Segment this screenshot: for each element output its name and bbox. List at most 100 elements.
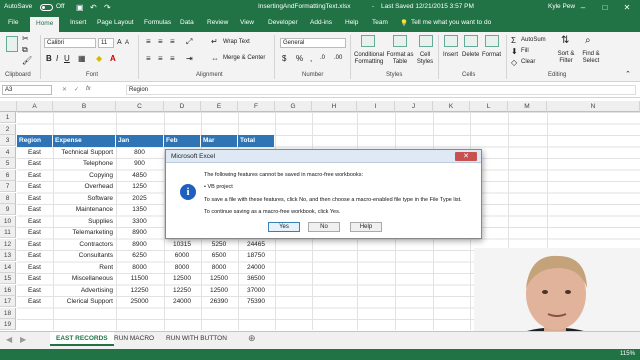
tab-file[interactable]: File — [8, 19, 18, 26]
clear-button[interactable]: Clear — [521, 59, 535, 65]
align-left-icon[interactable]: ≡ — [146, 54, 151, 63]
table-cell[interactable]: 1250 — [116, 181, 163, 193]
format-painter-icon[interactable]: 🖌 — [22, 56, 32, 65]
align-right-icon[interactable]: ≡ — [170, 54, 175, 63]
table-cell[interactable]: East — [17, 239, 52, 251]
sort-filter-button[interactable]: Sort & Filter — [553, 51, 579, 65]
tab-review[interactable]: Review — [207, 19, 228, 26]
tab-view[interactable]: View — [240, 19, 254, 26]
tab-formulas[interactable]: Formulas — [144, 19, 171, 26]
table-cell[interactable]: 12500 — [201, 285, 237, 297]
column-header[interactable]: K — [433, 101, 470, 112]
table-header-cell[interactable]: Total — [238, 135, 274, 147]
table-cell[interactable]: 6250 — [116, 250, 163, 262]
undo-icon[interactable]: ↶ — [90, 3, 97, 12]
font-color-icon[interactable]: A — [110, 54, 116, 63]
table-cell[interactable]: Rent — [53, 262, 115, 274]
table-cell[interactable]: 12250 — [116, 285, 163, 297]
top-align-icon[interactable]: ≡ — [146, 37, 151, 46]
select-all-corner[interactable] — [0, 101, 17, 112]
sort-filter-icon[interactable]: ⇅ — [561, 36, 569, 46]
format-cells-button[interactable]: Format — [482, 52, 501, 58]
formula-input[interactable]: Region — [126, 85, 636, 95]
copy-icon[interactable]: ⧉ — [22, 45, 28, 54]
format-as-table-button[interactable]: Format as Table — [386, 52, 414, 66]
column-header[interactable]: G — [275, 101, 312, 112]
table-cell[interactable]: 26390 — [201, 296, 237, 308]
table-cell[interactable]: Software — [53, 193, 115, 205]
table-header-cell[interactable]: Mar — [201, 135, 237, 147]
font-size-box[interactable]: 11 — [98, 38, 114, 48]
table-cell[interactable]: 800 — [116, 147, 163, 159]
column-header[interactable]: J — [395, 101, 433, 112]
table-cell[interactable]: Telemarketing — [53, 227, 115, 239]
column-header[interactable]: M — [508, 101, 547, 112]
table-cell[interactable]: 12500 — [164, 273, 200, 285]
grow-font-icon[interactable]: A — [117, 38, 122, 47]
table-cell[interactable]: Technical Support — [53, 147, 115, 159]
column-header[interactable]: N — [547, 101, 640, 112]
table-cell[interactable]: East — [17, 262, 52, 274]
table-cell[interactable]: 6000 — [164, 250, 200, 262]
table-cell[interactable]: 3300 — [116, 216, 163, 228]
clear-icon[interactable]: ◇ — [511, 58, 517, 67]
row-header[interactable]: 3 — [0, 135, 16, 146]
table-header-cell[interactable]: Expense — [53, 135, 115, 147]
merge-center-button[interactable]: Merge & Center — [223, 55, 265, 61]
cell-styles-icon[interactable] — [419, 35, 433, 47]
insert-cells-icon[interactable] — [444, 35, 458, 47]
help-button[interactable]: Help — [350, 222, 382, 232]
shrink-font-icon[interactable]: A — [125, 39, 129, 48]
table-cell[interactable]: East — [17, 170, 52, 182]
autosum-icon[interactable]: Σ — [511, 36, 516, 45]
column-header[interactable]: D — [164, 101, 201, 112]
paste-icon[interactable] — [6, 36, 18, 52]
minimize-icon[interactable]: – — [576, 2, 590, 13]
table-cell[interactable]: 10315 — [164, 239, 200, 251]
tab-help[interactable]: Help — [345, 19, 358, 26]
column-header[interactable]: L — [470, 101, 508, 112]
redo-icon[interactable]: ↷ — [104, 3, 111, 12]
table-cell[interactable]: 8000 — [201, 262, 237, 274]
table-header-cell[interactable]: Feb — [164, 135, 200, 147]
table-cell[interactable]: 5250 — [201, 239, 237, 251]
table-cell[interactable]: Telephone — [53, 158, 115, 170]
table-cell[interactable]: 8000 — [164, 262, 200, 274]
orientation-icon[interactable]: ⤢ — [186, 37, 192, 46]
name-box[interactable]: A3 — [2, 85, 52, 95]
prev-sheet-icon[interactable]: ◀ — [6, 335, 12, 344]
table-cell[interactable]: East — [17, 227, 52, 239]
wrap-text-button[interactable]: Wrap Text — [223, 39, 250, 45]
collapse-ribbon-icon[interactable]: ⌃ — [625, 70, 631, 79]
table-cell[interactable]: East — [17, 204, 52, 216]
table-cell[interactable]: 12500 — [201, 273, 237, 285]
row-header[interactable]: 16 — [0, 284, 16, 296]
table-cell[interactable]: 24465 — [238, 239, 274, 251]
row-header[interactable]: 17 — [0, 296, 16, 307]
fill-button[interactable]: Fill — [521, 48, 529, 54]
fill-color-icon[interactable]: ◆ — [96, 54, 102, 63]
table-cell[interactable]: 12250 — [164, 285, 200, 297]
table-cell[interactable]: East — [17, 285, 52, 297]
row-header[interactable]: 13 — [0, 250, 16, 261]
table-cell[interactable]: 8000 — [116, 262, 163, 274]
sheet-tab-run-macro[interactable]: RUN MACRO — [108, 332, 160, 346]
table-header-cell[interactable]: Region — [17, 135, 52, 147]
enter-icon[interactable]: ✓ — [74, 86, 79, 93]
borders-icon[interactable]: ▦ — [78, 54, 86, 63]
tab-data[interactable]: Data — [180, 19, 194, 26]
sheet-tab-run-with-button[interactable]: RUN WITH BUTTON — [160, 332, 233, 346]
tab-add-ins[interactable]: Add-ins — [310, 19, 332, 26]
row-header[interactable]: 2 — [0, 123, 16, 135]
table-cell[interactable]: 75390 — [238, 296, 274, 308]
row-header[interactable]: 7 — [0, 181, 16, 192]
table-cell[interactable]: Consultants — [53, 250, 115, 262]
column-header[interactable]: E — [201, 101, 238, 112]
table-cell[interactable]: East — [17, 181, 52, 193]
decrease-decimal-icon[interactable]: .00 — [334, 54, 342, 63]
row-header[interactable]: 8 — [0, 192, 16, 204]
row-header[interactable]: 6 — [0, 169, 16, 181]
sheet-tab-east-records[interactable]: EAST RECORDS — [50, 332, 114, 346]
table-cell[interactable]: Miscellaneous — [53, 273, 115, 285]
table-cell[interactable]: East — [17, 193, 52, 205]
